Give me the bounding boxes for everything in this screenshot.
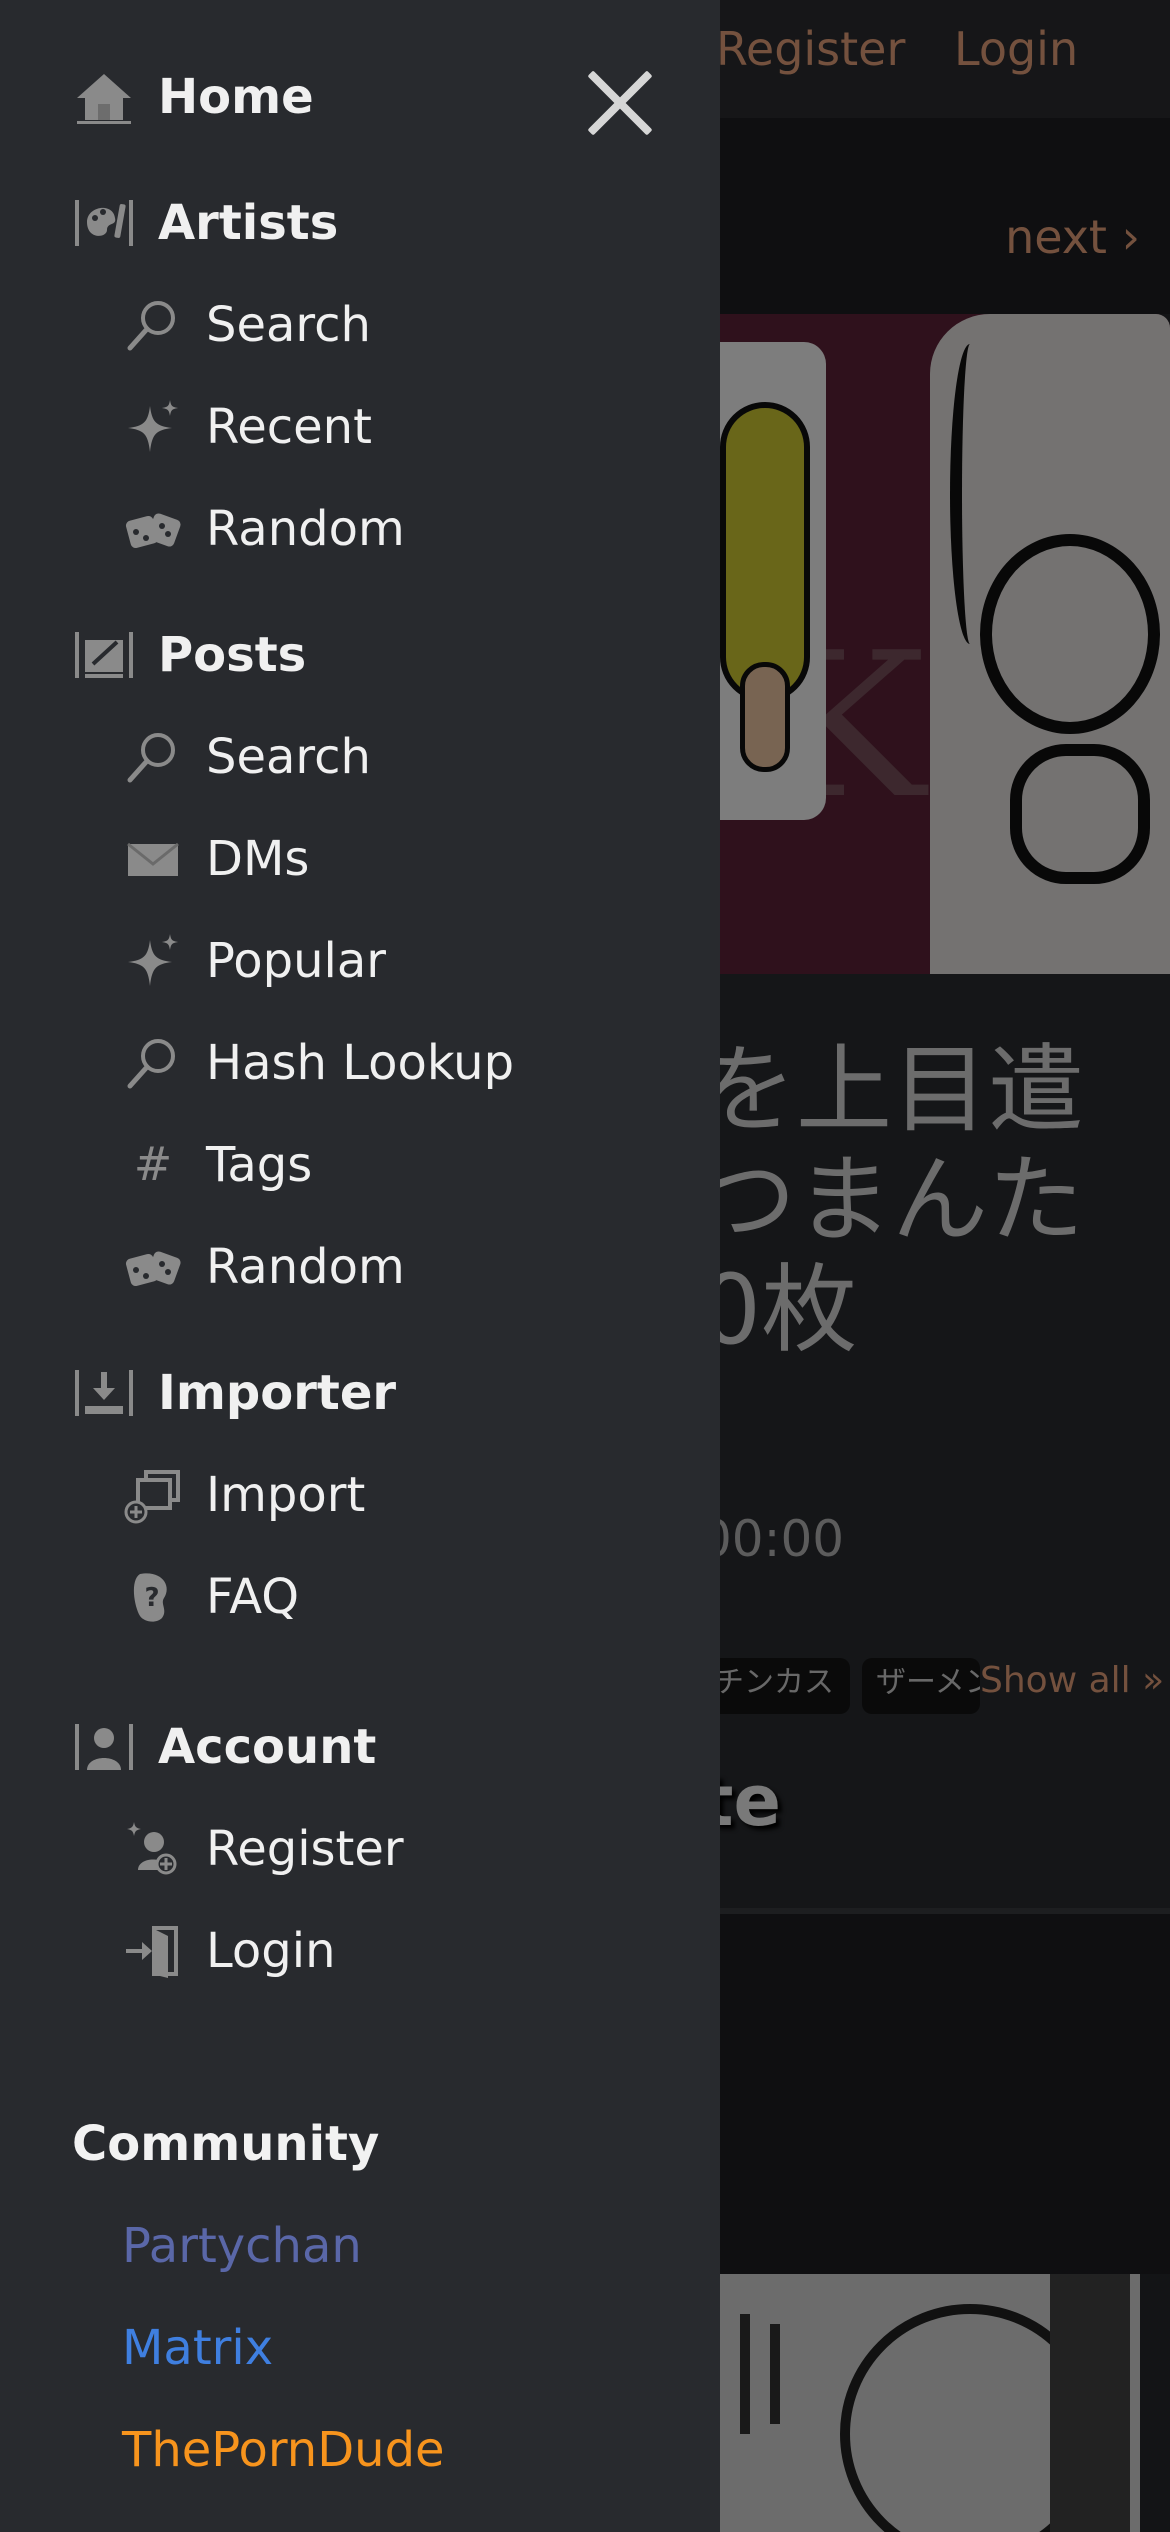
svg-text:#: # xyxy=(134,1137,173,1191)
faq-icon: ? xyxy=(122,1566,184,1628)
menu-posts-tags-label: Tags xyxy=(206,1137,313,1193)
dice-icon xyxy=(122,1236,184,1298)
close-icon[interactable] xyxy=(572,56,668,152)
menu-importer-import-label: Import xyxy=(206,1467,366,1523)
home-icon xyxy=(72,66,136,128)
import-icon xyxy=(122,1464,184,1526)
navigation-drawer: Home Artists Search Recent Random Posts xyxy=(0,0,720,2532)
menu-importer-faq[interactable]: ? FAQ xyxy=(122,1562,299,1632)
posts-icon xyxy=(72,624,136,686)
menu-artists-search[interactable]: Search xyxy=(122,290,371,360)
import-tray-icon xyxy=(72,1362,136,1424)
menu-posts-popular[interactable]: Popular xyxy=(122,926,386,996)
menu-posts-dms-label: DMs xyxy=(206,831,310,887)
menu-artists-search-label: Search xyxy=(206,297,371,353)
community-link-theporndude[interactable]: ThePornDude xyxy=(122,2422,445,2478)
menu-artists-random[interactable]: Random xyxy=(122,494,405,564)
svg-text:?: ? xyxy=(144,1583,159,1613)
envelope-icon xyxy=(122,828,184,890)
menu-artists-random-label: Random xyxy=(206,501,405,557)
menu-posts-tags[interactable]: # Tags xyxy=(122,1130,313,1200)
dice-icon xyxy=(122,498,184,560)
menu-account-register[interactable]: Register xyxy=(122,1814,404,1884)
menu-account-login-label: Login xyxy=(206,1923,336,1979)
menu-importer-import[interactable]: Import xyxy=(122,1460,365,1530)
menu-account-register-label: Register xyxy=(206,1821,404,1877)
menu-posts-label: Posts xyxy=(158,627,307,683)
account-icon xyxy=(72,1716,136,1778)
menu-artists-recent[interactable]: Recent xyxy=(122,392,372,462)
login-icon xyxy=(122,1920,184,1982)
menu-importer-label: Importer xyxy=(158,1365,397,1421)
hash-icon: # xyxy=(122,1134,184,1196)
search-icon xyxy=(122,1032,184,1094)
menu-account-label: Account xyxy=(158,1719,377,1775)
register-icon xyxy=(122,1818,184,1880)
menu-importer[interactable]: Importer xyxy=(72,1358,396,1428)
menu-account[interactable]: Account xyxy=(72,1712,376,1782)
sparkle-icon xyxy=(122,930,184,992)
menu-home-label: Home xyxy=(158,69,314,125)
menu-posts-search-label: Search xyxy=(206,729,371,785)
menu-posts-hash-lookup[interactable]: Hash Lookup xyxy=(122,1028,514,1098)
menu-posts-random-label: Random xyxy=(206,1239,405,1295)
search-icon xyxy=(122,294,184,356)
menu-artists[interactable]: Artists xyxy=(72,188,338,258)
menu-artists-recent-label: Recent xyxy=(206,399,372,455)
menu-posts[interactable]: Posts xyxy=(72,620,306,690)
community-link-partychan[interactable]: Partychan xyxy=(122,2218,362,2274)
menu-artists-label: Artists xyxy=(158,195,339,251)
menu-posts-search[interactable]: Search xyxy=(122,722,371,792)
sparkle-icon xyxy=(122,396,184,458)
menu-posts-dms[interactable]: DMs xyxy=(122,824,309,894)
search-icon xyxy=(122,726,184,788)
palette-icon xyxy=(72,192,136,254)
menu-importer-faq-label: FAQ xyxy=(206,1569,299,1625)
community-heading: Community xyxy=(72,2116,380,2172)
community-link-matrix[interactable]: Matrix xyxy=(122,2320,273,2376)
menu-posts-popular-label: Popular xyxy=(206,933,386,989)
menu-posts-random[interactable]: Random xyxy=(122,1232,405,1302)
menu-account-login[interactable]: Login xyxy=(122,1916,336,1986)
menu-home[interactable]: Home xyxy=(72,62,314,132)
menu-posts-hash-lookup-label: Hash Lookup xyxy=(206,1035,515,1091)
